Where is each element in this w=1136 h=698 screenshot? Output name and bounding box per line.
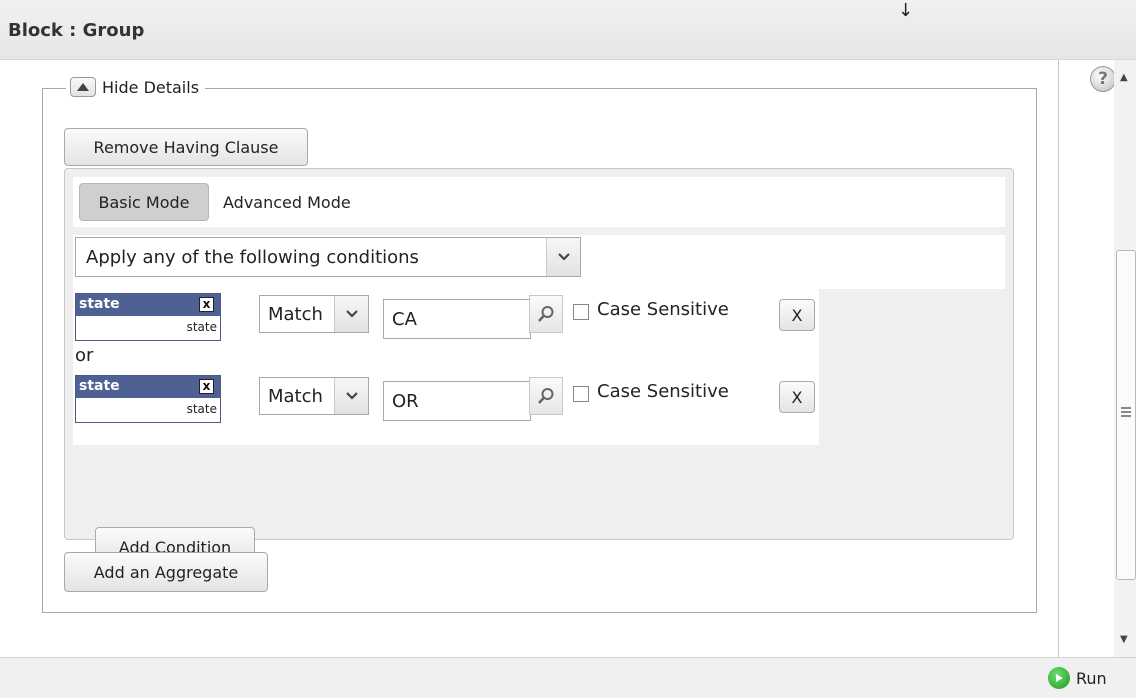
condition-value-input[interactable]: OR xyxy=(383,381,531,421)
column-name: state xyxy=(79,378,120,394)
case-sensitive-checkbox[interactable] xyxy=(573,386,589,402)
search-icon[interactable] xyxy=(529,377,563,415)
column-subname: state xyxy=(186,320,217,334)
block-header: Block : Group ↓ xyxy=(0,0,1136,60)
tab-advanced-mode[interactable]: Advanced Mode xyxy=(223,193,351,212)
column-subname: state xyxy=(186,402,217,416)
run-icon[interactable] xyxy=(1048,667,1070,689)
hide-details-label[interactable]: Hide Details xyxy=(102,78,199,97)
scroll-down-icon[interactable]: ▼ xyxy=(1120,634,1128,645)
help-icon[interactable]: ? xyxy=(1090,66,1116,92)
run-label[interactable]: Run xyxy=(1076,669,1107,688)
case-sensitive-label: Case Sensitive xyxy=(597,381,729,402)
column-chip[interactable]: state x state xyxy=(75,293,221,341)
or-connector: or xyxy=(75,345,94,366)
details-legend: Hide Details xyxy=(66,74,206,100)
condition-value-input[interactable]: CA xyxy=(383,299,531,339)
block-title: Block : Group xyxy=(8,20,145,41)
down-arrow-icon: ↓ xyxy=(898,0,914,21)
column-name: state xyxy=(79,296,120,312)
case-sensitive-checkbox[interactable] xyxy=(573,304,589,320)
chevron-down-icon[interactable] xyxy=(334,378,368,414)
grip-icon xyxy=(1121,407,1131,417)
run-button[interactable]: Run xyxy=(1048,667,1107,689)
operator-select[interactable]: Match xyxy=(259,295,369,333)
chevron-down-icon[interactable] xyxy=(334,296,368,332)
having-panel: Basic Mode Advanced Mode Apply any of th… xyxy=(64,168,1014,567)
operator-select[interactable]: Match xyxy=(259,377,369,415)
scroll-up-icon[interactable]: ▲ xyxy=(1120,72,1128,83)
apply-row: Apply any of the following conditions xyxy=(73,235,1005,289)
chevron-down-icon[interactable] xyxy=(546,238,580,276)
chip-remove-icon[interactable]: x xyxy=(199,379,214,394)
apply-conditions-value: Apply any of the following conditions xyxy=(86,246,419,268)
tab-basic-mode[interactable]: Basic Mode xyxy=(79,183,209,221)
chip-remove-icon[interactable]: x xyxy=(199,297,214,312)
vertical-scrollbar[interactable]: ▲ ▼ xyxy=(1114,60,1136,657)
search-icon[interactable] xyxy=(529,295,563,333)
add-aggregate-button[interactable]: Add an Aggregate xyxy=(64,552,268,592)
mode-tabs: Basic Mode Advanced Mode xyxy=(73,177,1005,227)
apply-conditions-select[interactable]: Apply any of the following conditions xyxy=(75,237,581,277)
remove-condition-button[interactable]: X xyxy=(779,381,815,413)
footer-bar: Run xyxy=(0,657,1136,698)
column-chip[interactable]: state x state xyxy=(75,375,221,423)
conditions-list: state x state Match CA Case Sensitive X … xyxy=(73,289,819,445)
collapse-up-icon[interactable] xyxy=(70,77,96,97)
scrollbar-thumb[interactable] xyxy=(1116,250,1136,580)
operator-value: Match xyxy=(268,303,323,325)
remove-having-clause-button[interactable]: Remove Having Clause xyxy=(64,128,308,166)
content-area: Hide Details Remove Having Clause Basic … xyxy=(8,60,1059,657)
remove-condition-button[interactable]: X xyxy=(779,299,815,331)
condition-row: state x state Match OR Case Sensitive X xyxy=(73,371,819,423)
condition-row: state x state Match CA Case Sensitive X xyxy=(73,289,819,341)
operator-value: Match xyxy=(268,385,323,407)
case-sensitive-label: Case Sensitive xyxy=(597,299,729,320)
